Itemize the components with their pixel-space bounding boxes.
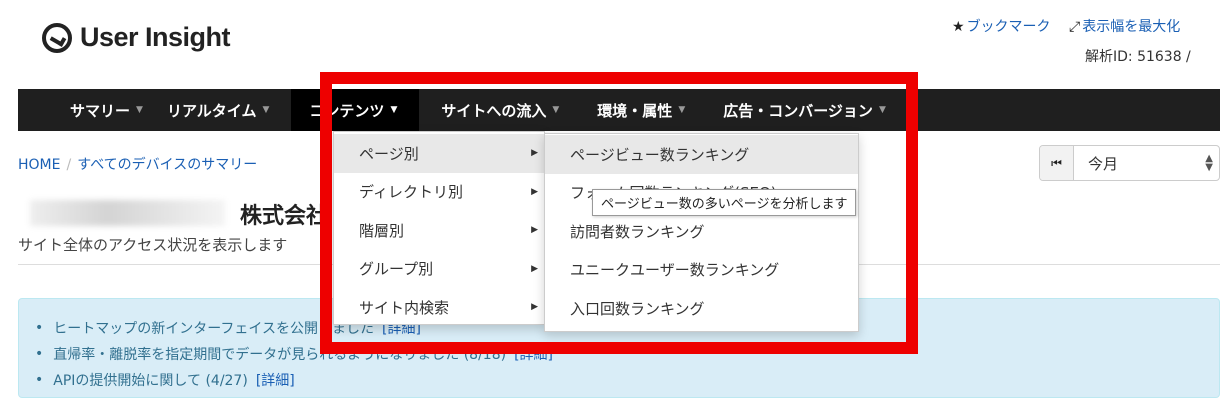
menu-item-label: グループ別 [359, 260, 434, 279]
top-links: ★ ブックマーク ⤢ 表示幅を最大化 [952, 16, 1194, 36]
menu-item-site-search[interactable]: サイト内検索 ▶ [334, 288, 544, 327]
nav-inflow[interactable]: サイトへの流入 ▼ [419, 89, 597, 131]
menu-item-by-hierarchy[interactable]: 階層別 ▶ [334, 211, 544, 250]
caret-down-icon: ▼ [878, 105, 886, 115]
page-subtitle: サイト全体のアクセス状況を表示します [18, 236, 288, 254]
nav-contents[interactable]: コンテンツ ▼ [291, 89, 420, 131]
notice-item: 直帰率・離脱率を指定期間でデータが見られるようになりました (8/18) [詳細] [47, 341, 553, 367]
notice-item: APIの提供開始に関して (4/27) [詳細] [47, 367, 553, 393]
submenu-item-entrance-ranking[interactable]: 入口回数ランキング [545, 289, 858, 328]
menu-item-by-page[interactable]: ページ別 ▶ [334, 134, 544, 173]
star-icon: ★ [952, 19, 965, 35]
tooltip: ページビュー数の多いページを分析します [592, 189, 857, 216]
caret-down-icon: ▼ [552, 105, 560, 115]
expand-width-link[interactable]: ⤢ 表示幅を最大化 [1069, 19, 1180, 35]
nav-inflow-label: サイトへの流入 [441, 101, 547, 120]
nav-environment-label: 環境・属性 [597, 101, 673, 120]
nav-summary-label: サマリー [70, 101, 131, 120]
nav-realtime[interactable]: リアルタイム ▼ [167, 89, 291, 131]
nav-realtime-label: リアルタイム [166, 101, 257, 120]
period-select[interactable]: ⏮ 今月 ▲ ▼ [1039, 145, 1220, 181]
chevron-right-icon: ▶ [531, 148, 538, 159]
chevron-right-icon: ▶ [531, 186, 538, 197]
menu-item-label: ディレクトリ別 [359, 183, 463, 202]
nav-ads-conversion[interactable]: 広告・コンバージョン ▼ [723, 89, 896, 131]
chevron-right-icon: ▶ [531, 225, 538, 236]
menu-item-label: サイト内検索 [359, 298, 450, 317]
breadcrumb-separator: / [66, 157, 72, 173]
notice-list: ヒートマップの新インターフェイスを公開しました [詳細] 直帰率・離脱率を指定期間… [47, 315, 553, 393]
bookmark-label: ブックマーク [966, 19, 1051, 35]
submenu-item-visitor-ranking[interactable]: 訪問者数ランキング [545, 212, 858, 251]
chevron-right-icon: ▶ [531, 302, 538, 313]
notice-text: APIの提供開始に関して (4/27) [53, 373, 248, 389]
breadcrumb-current[interactable]: すべてのデバイスのサマリー [77, 157, 257, 173]
first-period-icon[interactable]: ⏮ [1040, 146, 1074, 180]
nav-environment[interactable]: 環境・属性 ▼ [597, 89, 723, 131]
contents-dropdown-menu: ページ別 ▶ ディレクトリ別 ▶ 階層別 ▶ グループ別 ▶ サイト内検索 ▶ [333, 131, 545, 325]
submenu-item-unique-user-ranking[interactable]: ユニークユーザー数ランキング [545, 251, 858, 290]
logo[interactable]: User Insight [42, 22, 231, 53]
nav-ads-label: 広告・コンバージョン [723, 101, 873, 120]
menu-item-label: ページ別 [359, 144, 419, 163]
logo-text: User Insight [80, 22, 231, 52]
page-submenu: ページビュー数ランキング フォーム回数ランキング(SEO) 訪問者数ランキング … [544, 133, 859, 332]
logo-mark-icon [42, 22, 72, 53]
breadcrumb: HOME / すべてのデバイスのサマリー [18, 154, 257, 174]
period-value: 今月 [1088, 154, 1119, 173]
expand-icon: ⤢ [1069, 19, 1081, 35]
caret-down-icon: ▼ [262, 105, 270, 115]
menu-item-label: 階層別 [359, 221, 405, 240]
notice-detail-link[interactable]: [詳細] [514, 344, 553, 364]
nav-contents-label: コンテンツ [309, 101, 385, 120]
notice-text: ヒートマップの新インターフェイスを公開しました [53, 321, 375, 337]
menu-item-by-directory[interactable]: ディレクトリ別 ▶ [334, 173, 544, 212]
notice-text: 直帰率・離脱率を指定期間でデータが見られるようになりました (8/18) [53, 347, 507, 363]
main-navbar: サマリー ▼ リアルタイム ▼ コンテンツ ▼ サイトへの流入 ▼ 環境・属性 ▼ 広告・… [18, 89, 1220, 131]
chevron-right-icon: ▶ [531, 263, 538, 274]
caret-down-icon: ▼ [678, 105, 686, 115]
submenu-item-pageview-ranking[interactable]: ページビュー数ランキング [545, 135, 858, 174]
blurred-site-name [30, 200, 225, 226]
notice-detail-link[interactable]: [詳細] [256, 370, 295, 390]
menu-item-by-group[interactable]: グループ別 ▶ [334, 250, 544, 289]
expand-label: 表示幅を最大化 [1082, 19, 1181, 35]
nav-summary[interactable]: サマリー ▼ [18, 89, 167, 131]
breadcrumb-home[interactable]: HOME [18, 157, 60, 173]
caret-down-icon: ▼ [390, 105, 398, 115]
select-arrows-icon: ▲ ▼ [1205, 153, 1213, 173]
bookmark-link[interactable]: ★ ブックマーク [952, 19, 1051, 35]
analysis-id: 解析ID: 51638 / [1085, 49, 1191, 65]
page-title: 株式会社 [240, 204, 329, 229]
caret-down-icon: ▼ [136, 105, 143, 115]
